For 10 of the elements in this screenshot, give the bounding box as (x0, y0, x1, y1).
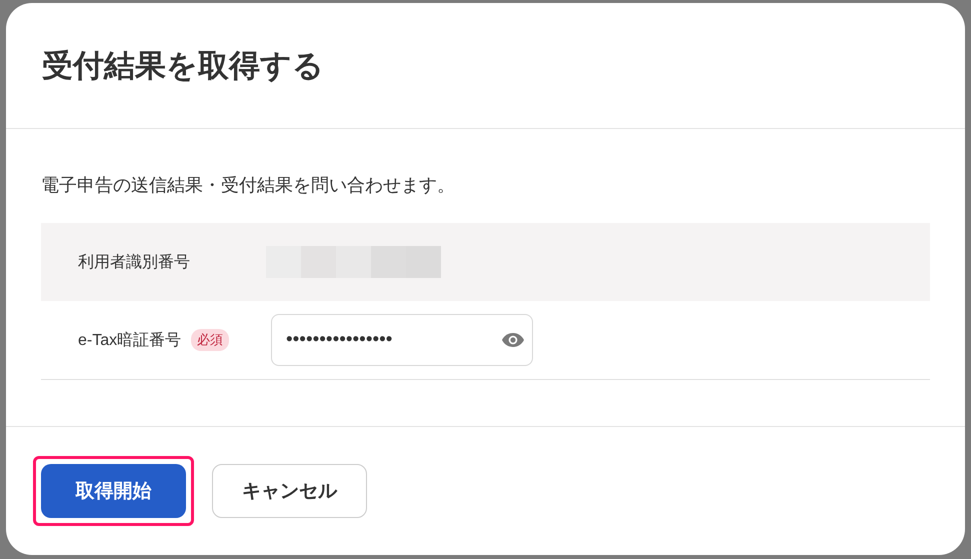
dialog-title: 受付結果を取得する (42, 46, 324, 84)
required-badge: 必須 (191, 329, 230, 351)
eye-icon[interactable] (502, 333, 524, 347)
cancel-button[interactable]: キャンセル (212, 464, 367, 518)
password-input[interactable]: •••••••••••••••• (284, 328, 502, 352)
field-label: 利用者識別番号 (78, 252, 191, 272)
start-button[interactable]: 取得開始 (41, 464, 186, 518)
password-field[interactable]: •••••••••••••••• (271, 314, 533, 366)
field-label: e-Tax暗証番号 (78, 330, 182, 350)
description: 電子申告の送信結果・受付結果を問い合わせます。 (41, 174, 456, 197)
